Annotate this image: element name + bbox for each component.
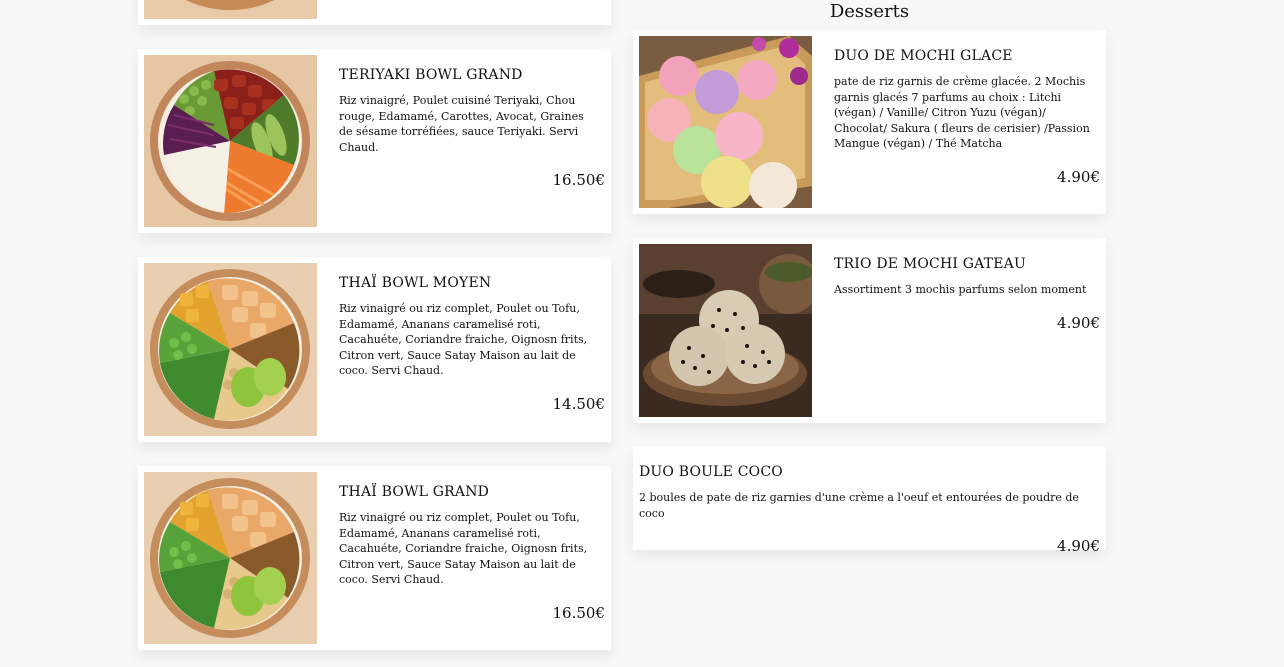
item-name: DUO BOULE COCO xyxy=(639,464,783,480)
item-description: 2 boules de pate de riz garnies d'une cr… xyxy=(639,491,1079,520)
item-description: Assortiment 3 mochis parfums selon momen… xyxy=(834,283,1087,296)
item-description: Riz vinaigré ou riz complet, Poulet ou T… xyxy=(339,302,588,377)
menu-item-card[interactable]: TERIYAKI BOWL GRAND Riz vinaigré, Poulet… xyxy=(138,49,611,233)
item-name: TERIYAKI BOWL GRAND xyxy=(339,67,523,83)
item-price: 4.90€ xyxy=(1057,537,1100,555)
item-price: 16.50€ xyxy=(552,171,606,189)
mochi-gateau-photo xyxy=(639,244,812,417)
dessert-item-card[interactable]: DUO BOULE COCO 2 boules de pate de riz g… xyxy=(633,447,1106,555)
teriyaki-bowl-photo xyxy=(144,55,317,227)
item-description: pate de riz garnis de crème glacée. 2 Mo… xyxy=(834,75,1090,150)
menu-item-card[interactable]: THAÏ BOWL MOYEN Riz vinaigré ou riz comp… xyxy=(138,257,611,442)
item-price: 16.50€ xyxy=(552,603,606,622)
item-name: THAÏ BOWL MOYEN xyxy=(339,275,492,291)
menu-item-card[interactable]: THAÏ BOWL GRAND Riz vinaigré ou riz comp… xyxy=(138,466,611,650)
item-description: Riz vinaigré, Poulet cuisiné Teriyaki, C… xyxy=(339,94,584,154)
menu-item-card-partial[interactable] xyxy=(138,0,611,25)
section-title-desserts: Desserts xyxy=(829,1,910,22)
item-price: 14.50€ xyxy=(552,394,606,413)
item-description: Riz vinaigré ou riz complet, Poulet ou T… xyxy=(339,511,588,586)
item-photo xyxy=(144,0,317,19)
mochi-glace-photo xyxy=(639,36,812,208)
dessert-item-card[interactable]: TRIO DE MOCHI GATEAU Assortiment 3 mochi… xyxy=(633,238,1106,423)
thai-bowl-photo xyxy=(144,472,317,644)
item-name: DUO DE MOCHI GLACE xyxy=(834,48,1013,64)
item-name: TRIO DE MOCHI GATEAU xyxy=(834,256,1026,272)
thai-bowl-photo xyxy=(144,263,317,436)
dessert-item-card[interactable]: DUO DE MOCHI GLACE pate de riz garnis de… xyxy=(633,30,1106,214)
menu-page: TERIYAKI BOWL GRAND Riz vinaigré, Poulet… xyxy=(0,0,1284,667)
item-price: 4.90€ xyxy=(1057,167,1100,186)
item-name: THAÏ BOWL GRAND xyxy=(339,484,490,500)
item-price: 4.90€ xyxy=(1057,313,1100,332)
